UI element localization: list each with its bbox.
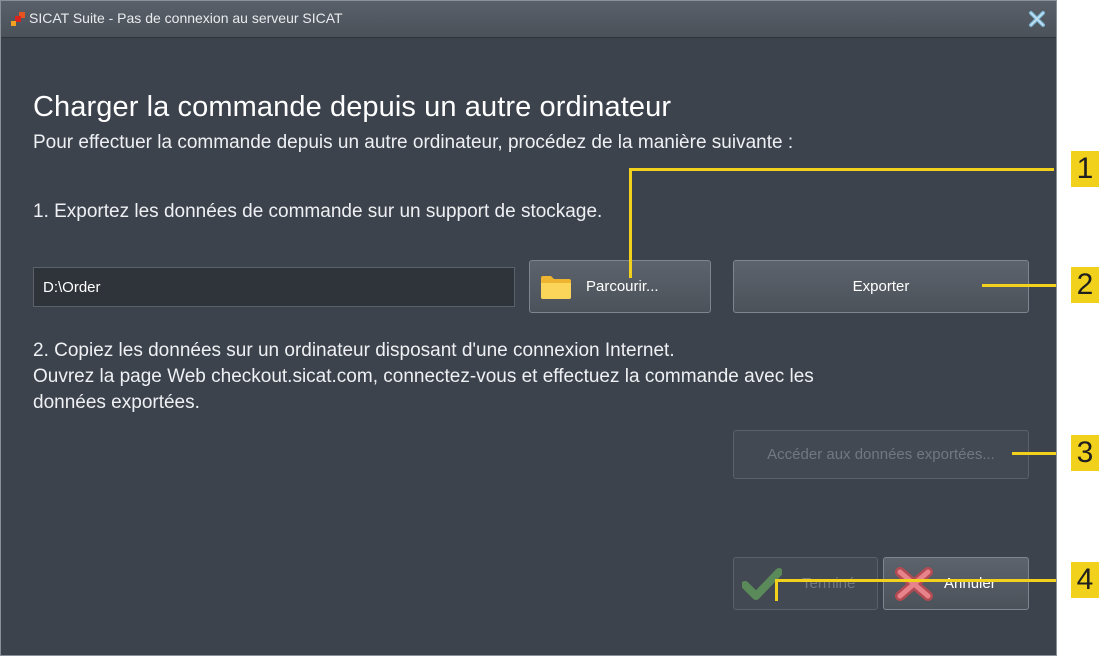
export-path-input[interactable] — [33, 267, 515, 307]
done-label: Terminé — [802, 575, 856, 592]
cancel-button[interactable]: Annuler — [883, 557, 1029, 610]
access-exported-data-button[interactable]: Accéder aux données exportées... — [733, 430, 1029, 479]
callout-line-3 — [1012, 452, 1056, 455]
callout-line-1 — [629, 168, 1054, 171]
dialog-window: SICAT Suite - Pas de connexion au serveu… — [0, 0, 1057, 656]
intro-text: Pour effectuer la commande depuis un aut… — [33, 132, 794, 153]
browse-button[interactable]: Parcourir... — [529, 260, 711, 313]
cancel-label: Annuler — [944, 575, 996, 592]
title-bar: SICAT Suite - Pas de connexion au serveu… — [1, 1, 1056, 38]
browse-label: Parcourir... — [586, 278, 659, 295]
step2-line3: données exportées. — [33, 392, 200, 413]
callout-badge-4: 4 — [1071, 562, 1099, 598]
callout-badge-1: 1 — [1071, 151, 1099, 187]
step2-line2: Ouvrez la page Web checkout.sicat.com, c… — [33, 366, 814, 387]
window-title: SICAT Suite - Pas de connexion au serveu… — [29, 10, 343, 26]
folder-icon — [541, 275, 571, 299]
callout-badge-3: 3 — [1071, 435, 1099, 471]
done-button[interactable]: Terminé — [733, 557, 878, 610]
cross-icon — [895, 566, 933, 601]
callout-line-4 — [775, 579, 1056, 582]
page-title: Charger la commande depuis un autre ordi… — [33, 91, 672, 123]
step2-line1: 2. Copiez les données sur un ordinateur … — [33, 340, 675, 361]
callout-badge-2: 2 — [1071, 267, 1099, 303]
access-label: Accéder aux données exportées... — [767, 446, 995, 463]
close-icon[interactable] — [1028, 10, 1046, 28]
sicat-logo-icon — [11, 12, 25, 26]
callout-line-4-vertical — [775, 579, 778, 601]
export-label: Exporter — [852, 278, 910, 295]
callout-line-1-vertical — [629, 168, 632, 278]
callout-line-2 — [982, 284, 1056, 287]
step1-text: 1. Exportez les données de commande sur … — [33, 201, 603, 222]
